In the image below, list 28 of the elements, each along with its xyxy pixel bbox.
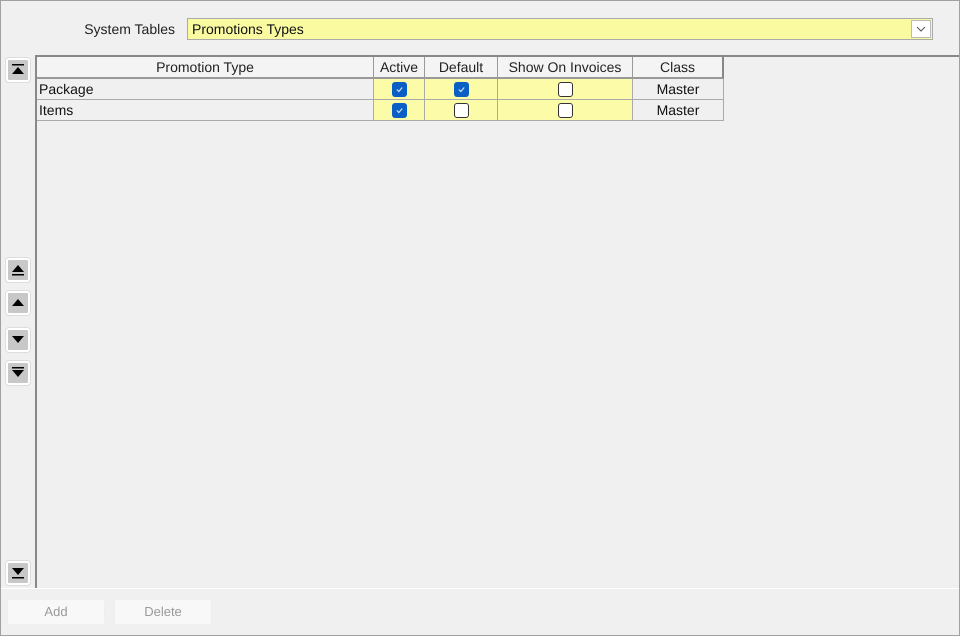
checkmark-icon bbox=[394, 106, 404, 114]
column-header: Default bbox=[425, 57, 498, 79]
column-header: Promotion Type bbox=[37, 57, 374, 79]
checkmark-icon bbox=[394, 84, 404, 94]
last-icon bbox=[10, 565, 26, 581]
table-select[interactable]: Promotions Types bbox=[187, 18, 933, 40]
checkbox[interactable] bbox=[558, 102, 572, 118]
table-cell: Items bbox=[37, 100, 374, 121]
table-cell: Master bbox=[633, 100, 724, 121]
scroll-button[interactable] bbox=[6, 561, 30, 585]
scroll-button[interactable] bbox=[6, 58, 30, 82]
scroll-button[interactable] bbox=[6, 361, 30, 385]
column-header: Active bbox=[374, 57, 425, 79]
table-cell: Package bbox=[37, 79, 374, 100]
field-label: System Tables bbox=[83, 20, 176, 39]
table-cell: Master bbox=[633, 79, 724, 100]
scroll-button[interactable] bbox=[6, 258, 30, 282]
checkbox[interactable] bbox=[558, 82, 572, 96]
checkbox[interactable] bbox=[454, 82, 468, 96]
chevron-down-icon bbox=[916, 26, 926, 32]
column-header: Class bbox=[633, 57, 724, 79]
checkmark-icon bbox=[456, 84, 466, 94]
checkbox[interactable] bbox=[392, 102, 406, 118]
column-header: Show On Invoices bbox=[498, 57, 633, 79]
checkbox[interactable] bbox=[454, 102, 468, 118]
scroll-button[interactable] bbox=[6, 291, 30, 315]
scroll-button[interactable] bbox=[6, 328, 30, 352]
checkbox[interactable] bbox=[392, 82, 406, 96]
